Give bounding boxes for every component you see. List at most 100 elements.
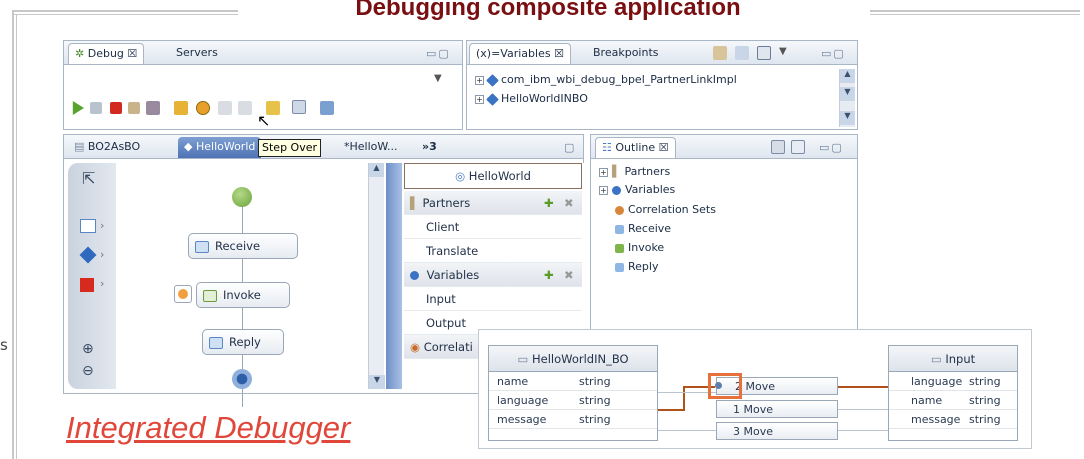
file-icon: ▤	[74, 140, 85, 153]
scroll-up-icon[interactable]: ▲	[840, 69, 855, 83]
delete-partner-icon[interactable]: ✖	[564, 191, 574, 215]
outline-item[interactable]: Invoke	[615, 239, 664, 257]
scroll-up-icon[interactable]: ▲	[369, 163, 384, 177]
tab-bo2asbo[interactable]: ▤ BO2AsBO	[68, 137, 146, 158]
minimize-maximize-icons[interactable]: ▭▢	[426, 47, 451, 60]
tree-layout-icon[interactable]	[771, 140, 785, 154]
outline-view: ☷ Outline ☒ ▭▢ + ▌ Partners + Variables Cor…	[590, 134, 858, 330]
variables-header[interactable]: Variables ✚ ✖	[404, 263, 582, 287]
disconnect-icon[interactable]	[128, 102, 140, 114]
partner-row[interactable]: Client	[404, 215, 582, 239]
palette: ⇱ › › › ⊕ ⊖	[68, 163, 116, 389]
palette-chevron-icon[interactable]: ›	[100, 277, 104, 290]
step-over-icon[interactable]	[196, 101, 210, 115]
assign-icon[interactable]	[79, 246, 97, 264]
tab-outline[interactable]: ☷ Outline ☒	[595, 137, 676, 158]
variable-row[interactable]: Input	[404, 287, 582, 311]
target-field[interactable]: message string	[889, 410, 1017, 429]
terminate-icon[interactable]	[110, 102, 122, 114]
target-field[interactable]: name string	[889, 391, 1017, 410]
add-partner-icon[interactable]: ✚	[544, 191, 554, 215]
partner-row[interactable]: Translate	[404, 239, 582, 263]
end-node-icon[interactable]	[232, 369, 252, 389]
select-tool-icon[interactable]: ⇱	[82, 169, 95, 188]
palette-chevron-icon[interactable]: ›	[100, 248, 104, 261]
partners-header[interactable]: ▌ Partners ✚ ✖	[404, 191, 582, 215]
collapse-all-icon[interactable]	[757, 46, 771, 60]
breakpoint-marker[interactable]	[174, 285, 192, 303]
variable-item[interactable]: + com_ibm_wbi_debug_bpel_PartnerLinkImpl	[475, 71, 737, 89]
tab-helloworld[interactable]: ◆ HelloWorld	[178, 137, 262, 158]
caption[interactable]: Integrated Debugger	[66, 410, 350, 446]
reply-node[interactable]: Reply	[202, 329, 284, 355]
terminate-icon[interactable]	[80, 278, 94, 292]
target-field[interactable]: language string	[889, 372, 1017, 391]
source-bo-box[interactable]: ▭ HelloWorldIN_BO name string language str…	[488, 345, 658, 441]
debug-view: ✲ Debug ☒ Servers ▭▢ ▼ ↖	[63, 40, 463, 130]
overview-icon[interactable]	[791, 140, 805, 154]
tab-debug[interactable]: ✲ Debug ☒	[68, 43, 145, 64]
tab-breakpoints[interactable]: Breakpoints	[587, 43, 665, 64]
tab-hellow-dirty[interactable]: *HelloW...	[338, 137, 404, 158]
scroll-down-icon[interactable]: ▼	[369, 375, 385, 389]
tab-variables[interactable]: (x)=Variables ☒	[469, 43, 571, 64]
step-filter-toggle-icon[interactable]	[292, 100, 306, 114]
minimize-maximize-icons[interactable]: ▭▢	[821, 47, 846, 60]
variables-icon	[612, 185, 621, 195]
invoke-icon	[615, 243, 624, 253]
outline-item[interactable]: + ▌ Partners	[599, 163, 670, 181]
process-name-row[interactable]: ◎ HelloWorld	[404, 163, 582, 189]
tab-servers[interactable]: Servers	[170, 43, 224, 64]
outline-item[interactable]: Correlation Sets	[615, 201, 716, 219]
frame-top-left-2	[12, 14, 240, 15]
minimize-maximize-icons[interactable]: ▭▢	[819, 141, 844, 154]
outline-item[interactable]: + Variables	[599, 181, 675, 199]
drop-to-frame-icon[interactable]	[238, 101, 252, 115]
invoke-node[interactable]: Invoke	[196, 282, 290, 308]
receive-node[interactable]: Receive	[188, 233, 298, 259]
frame-top-right	[870, 10, 1080, 12]
map-connector	[838, 386, 888, 388]
resume-icon[interactable]	[72, 101, 84, 115]
reply-icon	[209, 336, 223, 349]
outline-item[interactable]: Receive	[615, 220, 671, 238]
step-return-icon[interactable]	[218, 101, 232, 115]
diamond-icon	[486, 73, 499, 87]
empty-action-icon[interactable]	[80, 219, 96, 233]
map-connector	[658, 430, 716, 431]
scroll-down-icon[interactable]: ▼	[840, 111, 855, 125]
business-object-icon: ▭	[517, 352, 529, 366]
correlation-icon: ◉	[410, 340, 421, 354]
zoom-out-icon[interactable]: ⊖	[82, 363, 94, 379]
link-with-editor-icon[interactable]	[320, 101, 334, 115]
target-bo-box[interactable]: ▭ Input language string name string messag…	[888, 345, 1018, 441]
step-into-icon[interactable]	[174, 101, 188, 115]
canvas-scrollbar[interactable]: ▲ ▼	[368, 163, 385, 389]
show-type-names-icon[interactable]	[713, 46, 727, 60]
start-node-icon[interactable]	[232, 187, 252, 207]
delete-variable-icon[interactable]: ✖	[564, 263, 574, 287]
add-variable-icon[interactable]: ✚	[544, 263, 554, 287]
splitter-bar[interactable]	[386, 163, 402, 389]
view-menu-icon[interactable]: ▼	[779, 46, 787, 57]
outline-item[interactable]: Reply	[615, 258, 658, 276]
frame-top-right-2	[870, 14, 1080, 15]
tab-overflow[interactable]: »3	[416, 137, 443, 158]
maximize-icon[interactable]: ▢	[564, 141, 576, 154]
vertical-scrollbar[interactable]: ▲ ▼ ▼	[839, 69, 855, 127]
scroll-down-icon[interactable]: ▼	[840, 87, 855, 101]
show-logical-structure-icon[interactable]	[735, 46, 749, 60]
source-field[interactable]: name string	[489, 372, 657, 391]
move-transform[interactable]: 3 Move	[716, 422, 838, 440]
zoom-in-icon[interactable]: ⊕	[82, 341, 94, 357]
move-transform[interactable]: 1 Move	[716, 400, 838, 418]
source-field[interactable]: language string	[489, 391, 657, 410]
source-field[interactable]: message string	[489, 410, 657, 429]
variable-item[interactable]: + HelloWorldINBO	[475, 90, 588, 108]
process-canvas[interactable]: Receive Invoke Reply	[118, 163, 368, 407]
breakpoint-highlight[interactable]	[708, 373, 742, 399]
remove-terminated-icon[interactable]	[146, 101, 160, 115]
palette-chevron-icon[interactable]: ›	[100, 219, 104, 232]
suspend-icon[interactable]	[90, 102, 102, 114]
view-menu-icon[interactable]: ▼	[434, 73, 442, 84]
